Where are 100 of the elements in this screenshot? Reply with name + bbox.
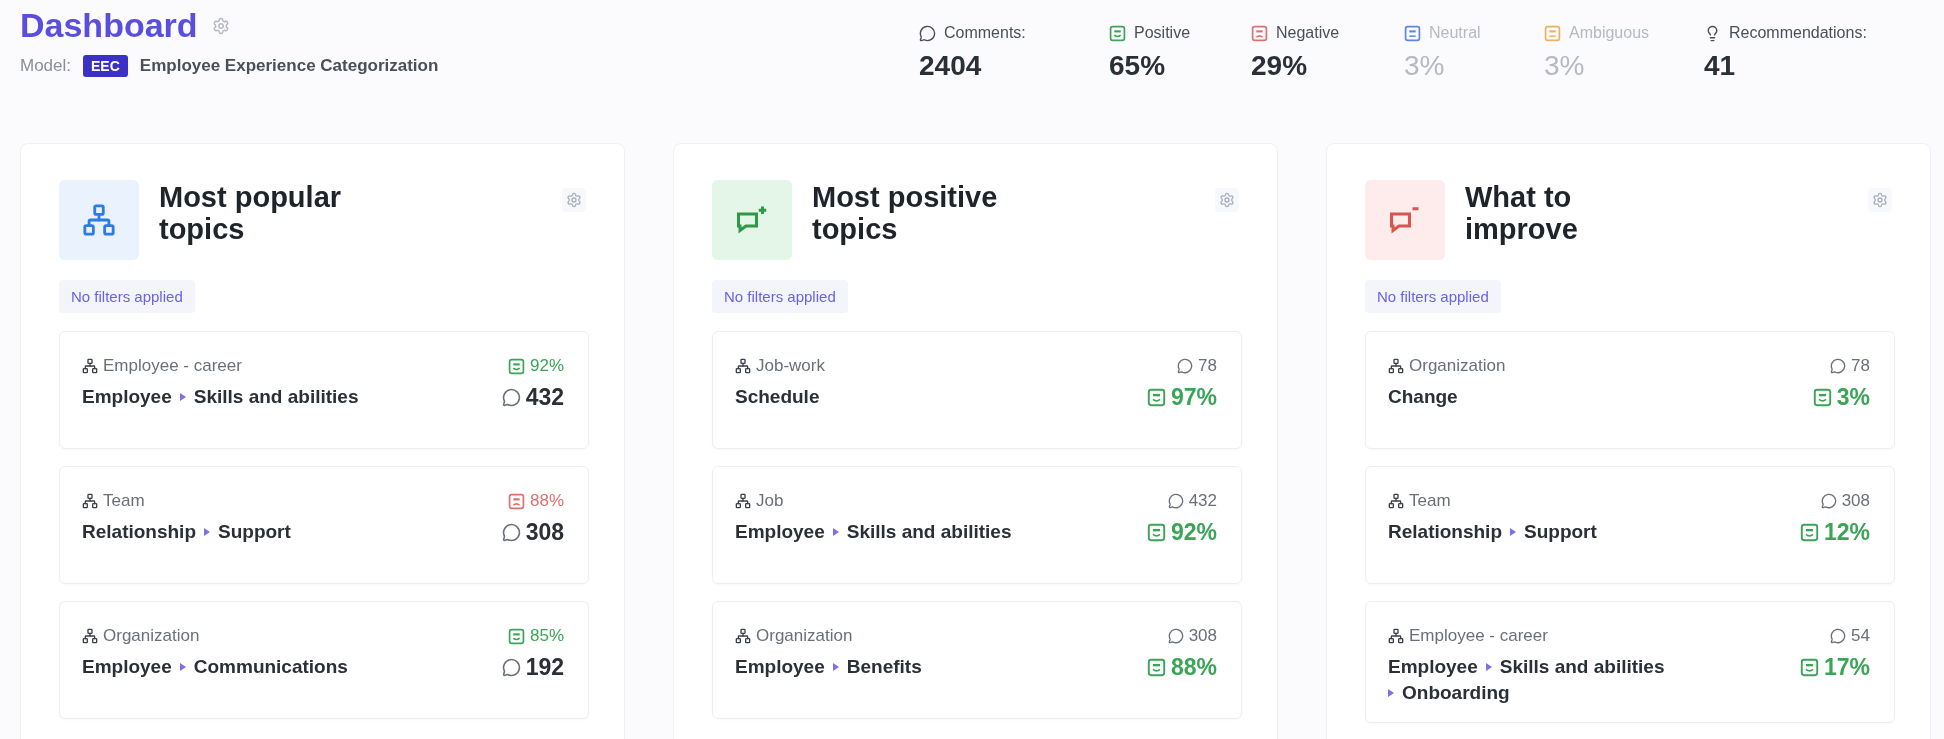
comment-count: 432 <box>1188 491 1217 511</box>
comment-icon <box>1830 628 1847 644</box>
comment-icon <box>1167 628 1184 644</box>
sentiment-icon <box>1404 24 1421 42</box>
stat-label: Comments: <box>944 24 1026 42</box>
sentiment-percent: 12% <box>1823 519 1870 546</box>
sentiment-percent: 88% <box>529 491 564 511</box>
hierarchy-icon <box>1388 628 1404 644</box>
comment-count: 308 <box>1841 491 1870 511</box>
topic-item[interactable]: Team Relationship Support 308 12% <box>1365 466 1895 584</box>
comment-count: 54 <box>1851 626 1870 646</box>
topic-item[interactable]: Job Employee Skills and abilities 432 92% <box>712 466 1242 584</box>
comment-icon <box>1177 358 1194 374</box>
topic-item[interactable]: Organization Employee Benefits 308 88% <box>712 601 1242 719</box>
sentiment-icon <box>1251 24 1268 42</box>
filter-status: No filters applied <box>59 280 195 313</box>
topic-name: Employee <box>1388 656 1478 678</box>
sentiment-icon <box>1146 523 1166 542</box>
topic-category: Organization <box>1409 356 1506 376</box>
topic-name: Employee <box>735 656 825 678</box>
caret-icon <box>179 393 186 401</box>
sentiment-icon <box>507 357 525 375</box>
caret-icon <box>1510 528 1516 536</box>
topic-category: Team <box>1409 491 1451 511</box>
sentiment-icon <box>1109 24 1126 42</box>
comment-icon <box>919 24 936 42</box>
sentiment-percent: 92% <box>529 356 564 376</box>
sentiment-icon <box>1799 658 1819 677</box>
comment-icon <box>501 658 521 677</box>
topic-category: Job-work <box>756 356 825 376</box>
stat-label: Neutral <box>1429 24 1481 42</box>
sentiment-percent: 92% <box>1170 519 1217 546</box>
topic-name: Employee <box>82 386 172 408</box>
sentiment-percent: 88% <box>1170 654 1217 681</box>
sentiment-percent: 3% <box>1836 384 1870 411</box>
topic-name: Communications <box>193 656 348 678</box>
card-title: Most positive topics <box>812 182 999 246</box>
card-title: Most popular topics <box>159 182 343 246</box>
topic-item[interactable]: Employee - career Employee Skills and abilities Onboarding 54 17% <box>1365 601 1895 723</box>
topic-name: Schedule <box>735 386 820 408</box>
stat-label: Positive <box>1134 24 1191 42</box>
topic-name: Relationship <box>82 521 196 543</box>
topic-name: Skills and abilities <box>1499 656 1665 678</box>
sentiment-icon <box>507 627 525 645</box>
caret-icon <box>179 663 186 671</box>
sentiment-icon <box>1146 388 1166 407</box>
topic-item[interactable]: Organization Employee Communications 85% 192 <box>59 601 589 719</box>
caret-icon <box>1485 663 1492 671</box>
topic-name: Onboarding <box>1402 682 1510 704</box>
sentiment-icon <box>1544 24 1561 42</box>
topic-category: Employee - career <box>1409 626 1548 646</box>
hierarchy-icon <box>82 493 98 509</box>
topic-name: Skills and abilities <box>846 521 1012 543</box>
topic-category: Job <box>756 491 784 511</box>
comment-count: 308 <box>525 519 564 546</box>
topic-item[interactable]: Job-work Schedule 78 97% <box>712 331 1242 449</box>
stat-label: Recommendations: <box>1729 24 1867 42</box>
model-name: Employee Experience Categorization <box>139 56 439 76</box>
stat-value: 29% <box>1251 50 1309 82</box>
comment-icon <box>1167 493 1184 509</box>
comment-icon <box>501 388 521 407</box>
topic-category: Organization <box>103 626 200 646</box>
sentiment-percent: 85% <box>529 626 564 646</box>
topic-item[interactable]: Team Relationship Support 88% 308 <box>59 466 589 584</box>
stat-value: 65% <box>1109 50 1167 82</box>
comment-icon <box>1830 358 1847 374</box>
sentiment-icon <box>1799 523 1819 542</box>
caret-icon <box>204 528 210 536</box>
topic-name: Support <box>218 521 291 543</box>
dashboard-title: Dashboard <box>20 6 198 45</box>
comment-icon <box>501 523 521 542</box>
hierarchy-icon <box>82 203 116 237</box>
hierarchy-icon <box>82 628 98 644</box>
caret-icon <box>832 663 839 671</box>
sentiment-icon <box>1146 658 1166 677</box>
sentiment-icon <box>1812 388 1832 407</box>
settings-button[interactable] <box>562 188 586 212</box>
settings-icon[interactable] <box>211 16 230 35</box>
topic-name: Relationship <box>1388 521 1502 543</box>
model-badge: EEC <box>83 55 128 77</box>
topic-item[interactable]: Organization Change 78 3% <box>1365 331 1895 449</box>
sentiment-percent: 17% <box>1823 654 1870 681</box>
topic-item[interactable]: Employee - career Employee Skills and abilities 92% 432 <box>59 331 589 449</box>
sentiment-percent: 97% <box>1170 384 1217 411</box>
stat-value: 2404 <box>919 50 983 82</box>
card-title: What to improve <box>1465 182 1579 246</box>
comment-icon <box>1820 493 1837 509</box>
comment-count: 308 <box>1188 626 1217 646</box>
comment-count: 78 <box>1851 356 1870 376</box>
settings-button[interactable] <box>1868 188 1892 212</box>
settings-button[interactable] <box>1215 188 1239 212</box>
hierarchy-icon <box>1388 493 1404 509</box>
stat-value: 41 <box>1704 50 1737 82</box>
topic-category: Employee - career <box>103 356 242 376</box>
comment-count: 432 <box>525 384 564 411</box>
model-label: Model: <box>20 56 72 76</box>
hierarchy-icon <box>735 628 751 644</box>
topic-name: Skills and abilities <box>193 386 359 408</box>
topic-name: Change <box>1388 386 1458 408</box>
stat-label: Ambiguous <box>1569 24 1650 42</box>
